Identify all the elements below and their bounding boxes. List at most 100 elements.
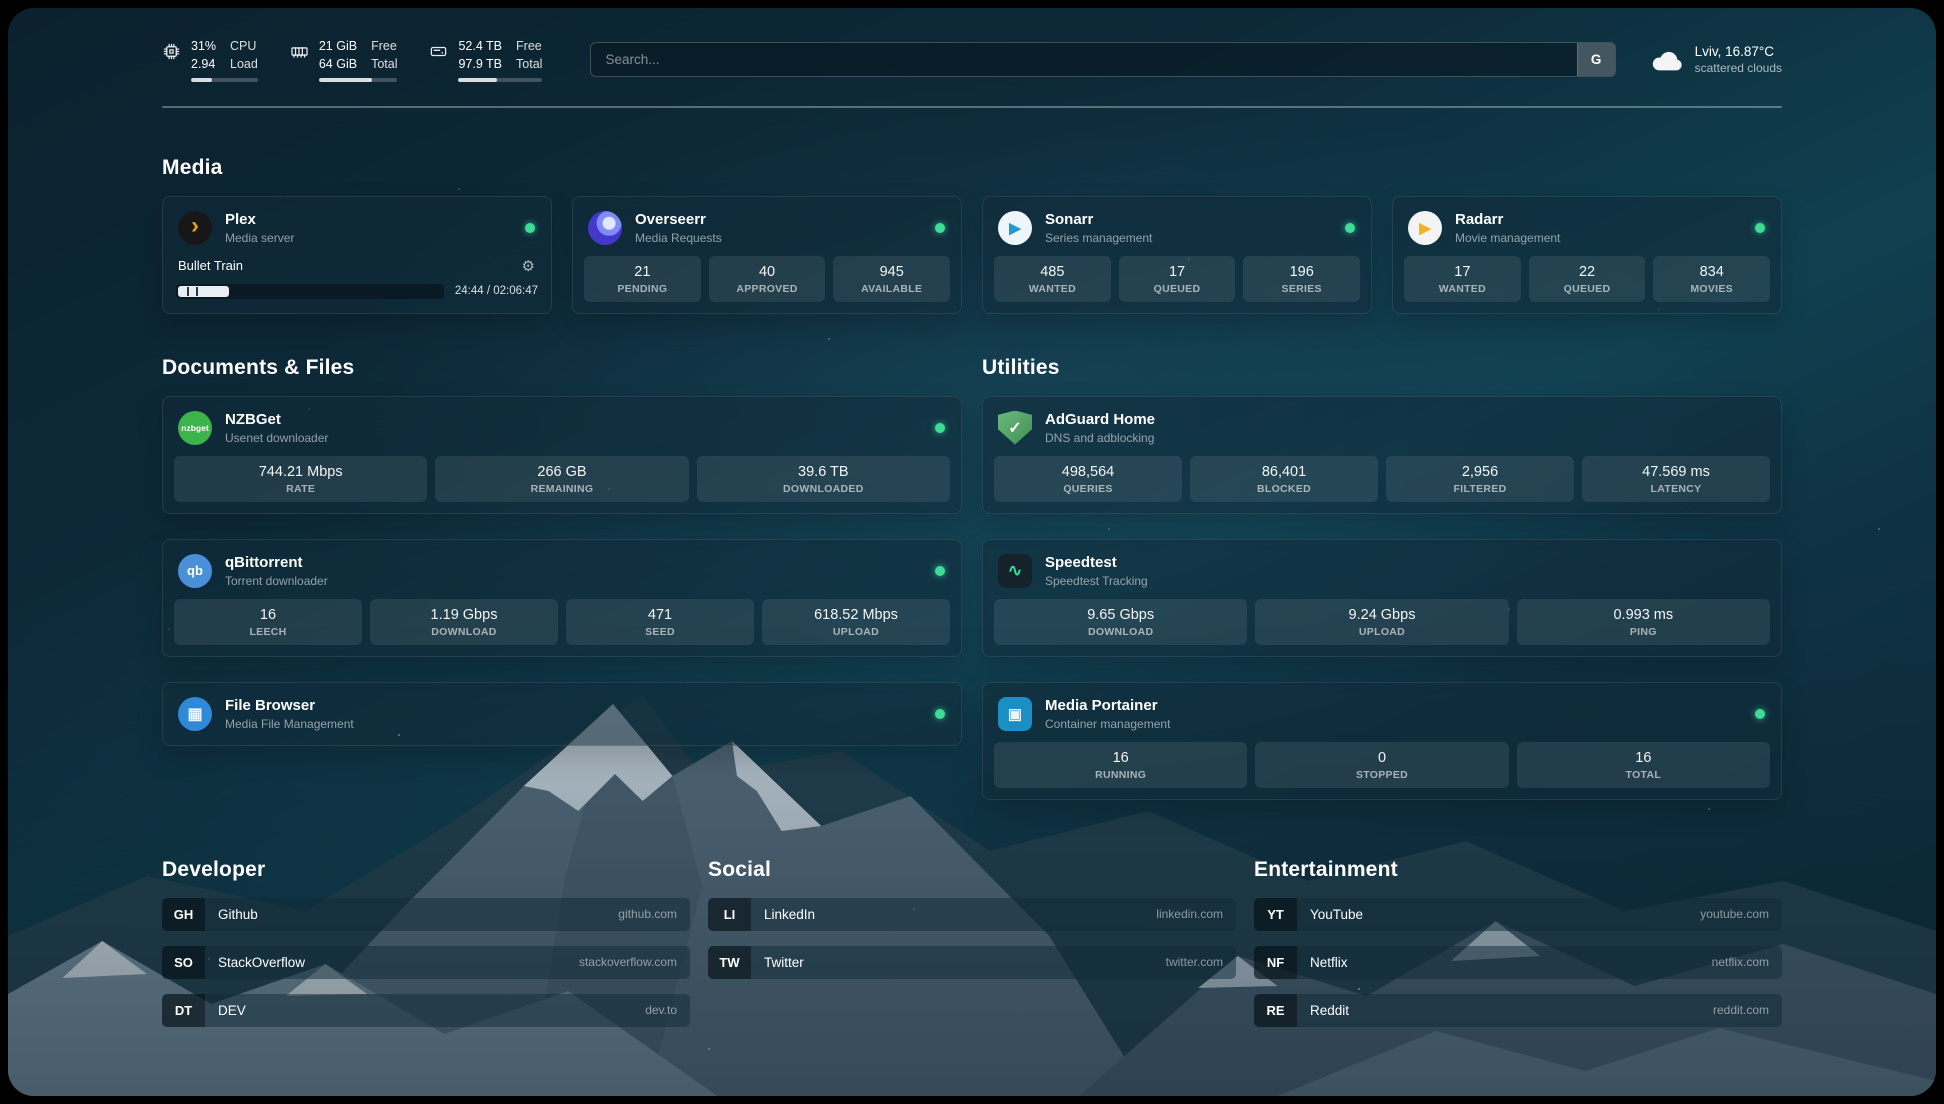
pause-icon[interactable]: [178, 286, 229, 297]
gear-icon[interactable]: ⚙: [522, 257, 535, 275]
search-provider-button[interactable]: G: [1577, 43, 1615, 76]
service-card-sonarr[interactable]: ▶ Sonarr Series management 485 WANTED: [982, 196, 1372, 314]
bookmark-netflix[interactable]: NF Netflix netflix.com: [1254, 946, 1782, 979]
stat-value: 9.65 Gbps: [998, 607, 1243, 623]
status-dot: [935, 223, 945, 233]
stat-wanted: 485 WANTED: [994, 256, 1111, 302]
section-social: Social LI LinkedIn linkedin.com TW Twitt…: [708, 858, 1236, 1027]
speedtest-icon: ∿: [998, 554, 1032, 588]
memory-readout: 21 GiB 64 GiB Free Total: [319, 38, 398, 82]
portainer-icon: ▣: [998, 697, 1032, 731]
stat-value: 2,956: [1390, 464, 1570, 480]
stat-download: 9.65 Gbps DOWNLOAD: [994, 599, 1247, 645]
stat-value: 945: [837, 264, 946, 280]
service-description: Container management: [1045, 717, 1170, 731]
service-stats: 16 LEECH 1.19 Gbps DOWNLOAD 471 SEED: [174, 599, 950, 645]
service-card-speedtest[interactable]: ∿ Speedtest Speedtest Tracking 9.65 Gbps…: [982, 539, 1782, 657]
bookmark-abbr: SO: [162, 946, 205, 979]
utilities-stack: ✓ AdGuard Home DNS and adblocking 498,56…: [982, 396, 1782, 800]
bookmark-domain: github.com: [618, 907, 677, 921]
bookmark-abbr: DT: [162, 994, 205, 1027]
stat-queued: 22 QUEUED: [1529, 256, 1646, 302]
stat-label: DOWNLOAD: [998, 626, 1243, 638]
bookmark-name: Twitter: [764, 955, 804, 970]
service-card-qbittorrent[interactable]: qb qBittorrent Torrent downloader 16 LEE…: [162, 539, 962, 657]
service-card-overseerr[interactable]: Overseerr Media Requests 21 PENDING 40 A…: [572, 196, 962, 314]
status-dot: [1755, 223, 1765, 233]
stat-upload: 618.52 Mbps UPLOAD: [762, 599, 950, 645]
bookmark-domain: netflix.com: [1712, 955, 1769, 969]
stat-filtered: 2,956 FILTERED: [1386, 456, 1574, 502]
service-card-filebrowser[interactable]: ▦ File Browser Media File Management: [162, 682, 962, 746]
bookmark-stackoverflow[interactable]: SO StackOverflow stackoverflow.com: [162, 946, 690, 979]
bookmark-abbr: NF: [1254, 946, 1297, 979]
resource-widget-cpu: 31% 2.94 CPU Load: [162, 38, 258, 82]
stat-seed: 471 SEED: [566, 599, 754, 645]
search-input[interactable]: [591, 43, 1576, 76]
weather-location: Lviv, 16.87°C: [1695, 44, 1782, 59]
service-description: Movie management: [1455, 231, 1560, 245]
service-titles: Speedtest Speedtest Tracking: [1045, 554, 1148, 588]
service-card-nzbget[interactable]: nzbget NZBGet Usenet downloader 744.21 M…: [162, 396, 962, 514]
bookmark-github[interactable]: GH Github github.com: [162, 898, 690, 931]
stat-label: RATE: [178, 483, 423, 495]
service-titles: NZBGet Usenet downloader: [225, 411, 328, 445]
stat-label: UPLOAD: [766, 626, 946, 638]
service-header: › Plex Media server: [174, 208, 540, 256]
service-stats: 9.65 Gbps DOWNLOAD 9.24 Gbps UPLOAD 0.99…: [994, 599, 1770, 645]
memory-total-label: Total: [371, 56, 397, 74]
stat-blocked: 86,401 BLOCKED: [1190, 456, 1378, 502]
memory-progress-bar: [319, 78, 398, 82]
stat-value: 0: [1259, 750, 1504, 766]
now-playing-row: Bullet Train ⚙: [174, 256, 540, 284]
bookmark-linkedin[interactable]: LI LinkedIn linkedin.com: [708, 898, 1236, 931]
memory-free-label: Free: [371, 38, 397, 56]
disk-total-value: 97.9 TB: [458, 56, 502, 74]
service-header: ▣ Media Portainer Container management: [994, 694, 1770, 742]
stat-label: LEECH: [178, 626, 358, 638]
cpu-usage-value: 31%: [191, 38, 216, 56]
qbittorrent-icon: qb: [178, 554, 212, 588]
stat-label: SERIES: [1247, 283, 1356, 295]
service-card-portainer[interactable]: ▣ Media Portainer Container management 1…: [982, 682, 1782, 800]
bookmark-twitter[interactable]: TW Twitter twitter.com: [708, 946, 1236, 979]
stat-label: QUERIES: [998, 483, 1178, 495]
service-card-adguard[interactable]: ✓ AdGuard Home DNS and adblocking 498,56…: [982, 396, 1782, 514]
bookmark-list: LI LinkedIn linkedin.com TW Twitter twit…: [708, 898, 1236, 979]
stat-value: 1.19 Gbps: [374, 607, 554, 623]
dashboard-screen: 31% 2.94 CPU Load: [8, 8, 1936, 1096]
stat-value: 744.21 Mbps: [178, 464, 423, 480]
stat-label: SEED: [570, 626, 750, 638]
service-description: Usenet downloader: [225, 431, 328, 445]
service-titles: File Browser Media File Management: [225, 697, 354, 731]
service-header: ▦ File Browser Media File Management: [174, 694, 950, 734]
bookmark-list: GH Github github.com SO StackOverflow st…: [162, 898, 690, 1027]
resource-widget-memory: 21 GiB 64 GiB Free Total: [290, 38, 398, 82]
stat-label: UPLOAD: [1259, 626, 1504, 638]
bookmark-abbr: GH: [162, 898, 205, 931]
bookmark-reddit[interactable]: RE Reddit reddit.com: [1254, 994, 1782, 1027]
stat-label: WANTED: [1408, 283, 1517, 295]
stat-rate: 744.21 Mbps RATE: [174, 456, 427, 502]
cpu-readout: 31% 2.94 CPU Load: [191, 38, 258, 82]
bookmark-dev[interactable]: DT DEV dev.to: [162, 994, 690, 1027]
section-media: Media › Plex Media server Bullet Train: [162, 156, 1782, 314]
disk-free-label: Free: [516, 38, 542, 56]
service-name: AdGuard Home: [1045, 411, 1155, 429]
stat-remaining: 266 GB REMAINING: [435, 456, 688, 502]
middle-columns: Documents & Files nzbget NZBGet Usenet d…: [162, 356, 1782, 800]
bookmark-youtube[interactable]: YT YouTube youtube.com: [1254, 898, 1782, 931]
bookmark-abbr: TW: [708, 946, 751, 979]
service-card-plex[interactable]: › Plex Media server Bullet Train ⚙: [162, 196, 552, 314]
service-header: ∿ Speedtest Speedtest Tracking: [994, 551, 1770, 599]
stat-downloaded: 39.6 TB DOWNLOADED: [697, 456, 950, 502]
disk-readout: 52.4 TB 97.9 TB Free Total: [458, 38, 542, 82]
memory-icon: [290, 42, 309, 61]
playback-progress-track[interactable]: [176, 284, 444, 299]
service-card-radarr[interactable]: ▶ Radarr Movie management 17 WANTED: [1392, 196, 1782, 314]
stat-value: 471: [570, 607, 750, 623]
status-dot: [525, 223, 535, 233]
stat-wanted: 17 WANTED: [1404, 256, 1521, 302]
stat-value: 21: [588, 264, 697, 280]
bookmark-name: Netflix: [1310, 955, 1348, 970]
